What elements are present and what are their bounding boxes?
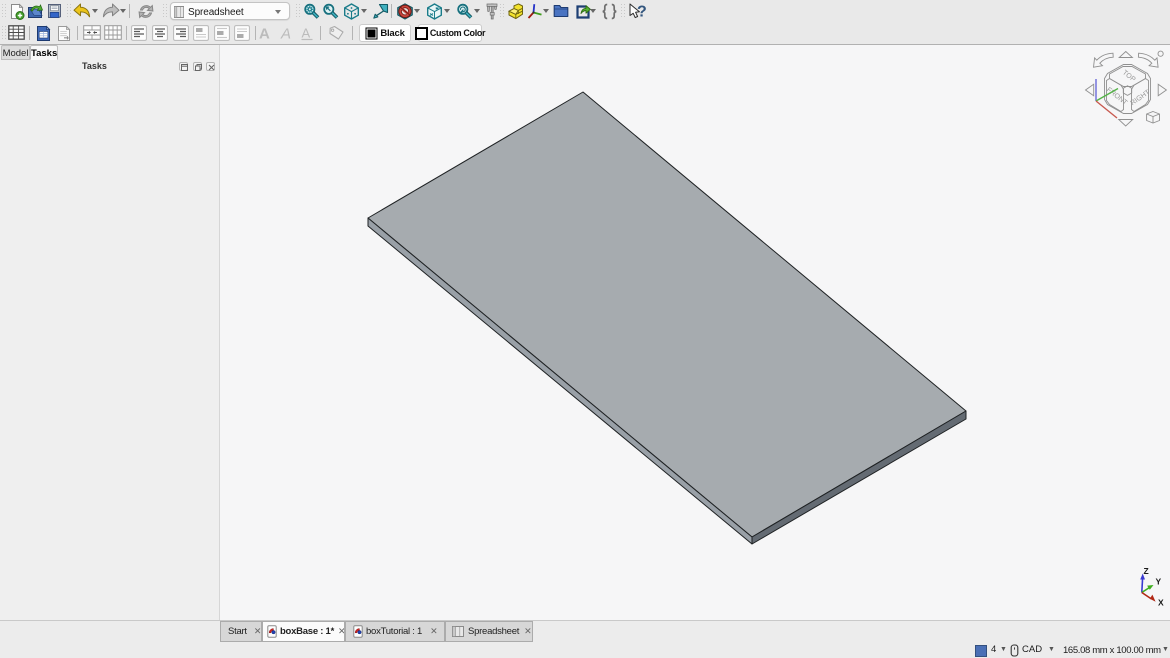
svg-text:X: X — [1158, 598, 1164, 608]
svg-text:Y: Y — [1156, 577, 1162, 587]
svg-text:A: A — [302, 26, 311, 41]
svg-text:TOP: TOP — [1121, 69, 1137, 84]
svg-text:A: A — [280, 26, 291, 42]
svg-text:Z: Z — [1144, 566, 1149, 576]
svg-text:A: A — [259, 26, 270, 42]
